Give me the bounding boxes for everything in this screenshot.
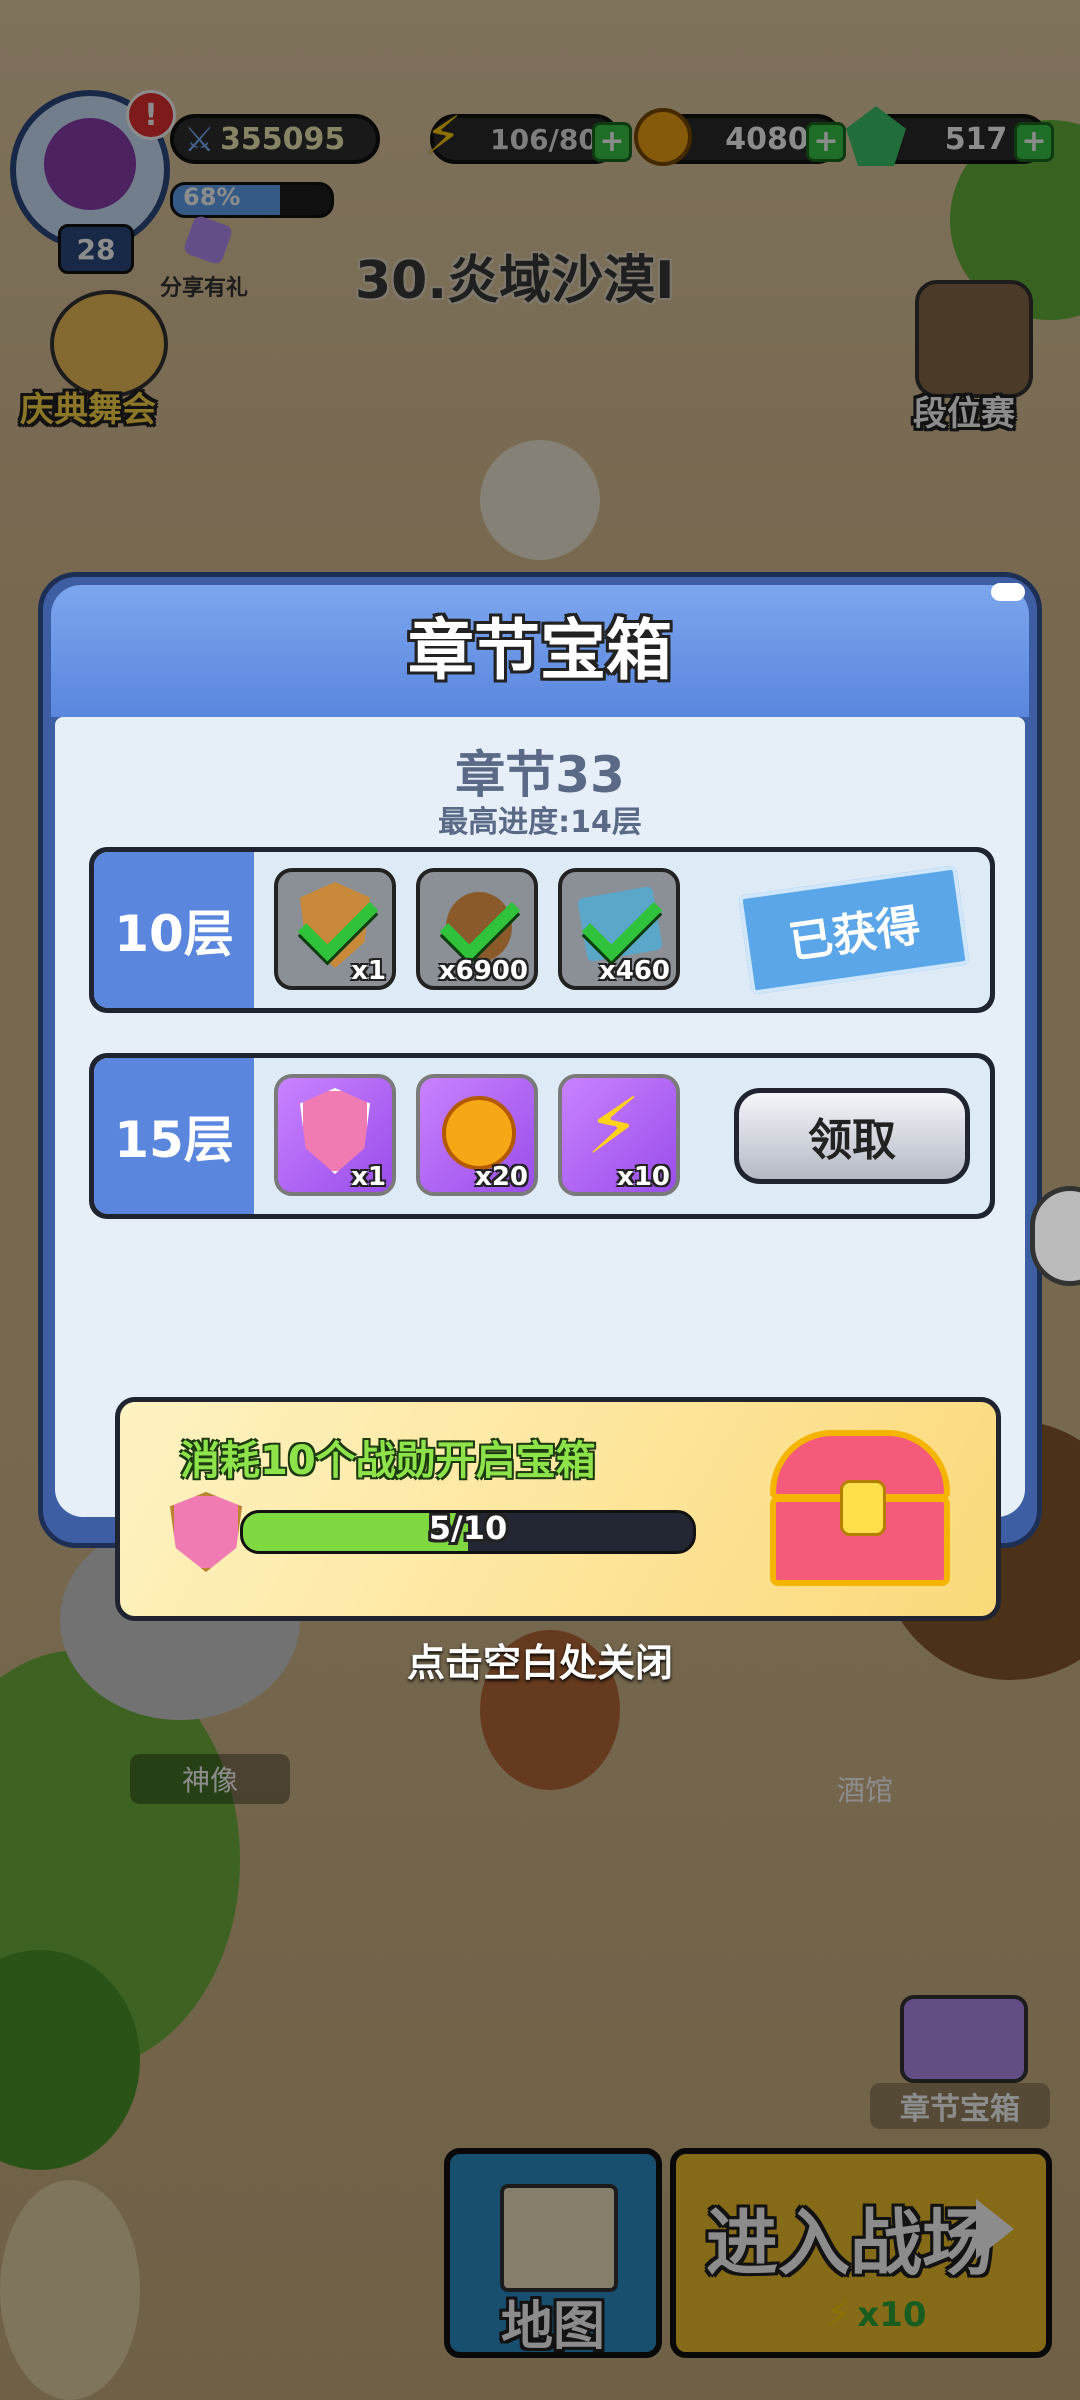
dialog-title: 章节宝箱 [408, 612, 672, 689]
treasure-chest-icon[interactable] [760, 1420, 960, 1600]
check-icon [297, 880, 379, 962]
close-hint: 点击空白处关闭 [406, 1641, 673, 1685]
claim-button[interactable]: 领取 [734, 1088, 970, 1184]
reward-item-energy: ⚡ x10 [558, 1074, 680, 1196]
reward-item-coinbag: x6900 [416, 868, 538, 990]
reward-row-15: 15层 x1 x20 ⚡ x10 领取 [89, 1053, 995, 1219]
item-quantity: x460 [598, 956, 670, 986]
chest-open-panel: 消耗10个战勋开启宝箱 5/10 [115, 1397, 1001, 1621]
chapter-chest-dialog: 章节宝箱 章节33 最高进度:14层 10层 x1 x6900 x460 已获得… [38, 572, 1042, 1621]
item-quantity: x1 [351, 1162, 386, 1192]
claimed-stamp: 已获得 [738, 865, 970, 995]
item-quantity: x6900 [438, 956, 528, 986]
check-icon [439, 880, 521, 962]
chest-progress-bar: 5/10 [240, 1510, 696, 1554]
floor-label: 15层 [94, 1058, 254, 1214]
reward-row-10: 10层 x1 x6900 x460 已获得 [89, 847, 995, 1013]
lightning-icon: ⚡ [586, 1082, 641, 1172]
reward-item-medal: x1 [274, 868, 396, 990]
item-quantity: x1 [351, 956, 386, 986]
reward-item-book: x460 [558, 868, 680, 990]
reward-item-medal: x1 [274, 1074, 396, 1196]
chest-progress-text: 5/10 [428, 1510, 508, 1547]
gold-coin-icon [442, 1096, 516, 1170]
item-quantity: x20 [475, 1162, 528, 1192]
item-quantity: x10 [617, 1162, 670, 1192]
dialog-body: 章节33 最高进度:14层 10层 x1 x6900 x460 已获得 15层 … [55, 717, 1025, 1621]
chest-description: 消耗10个战勋开启宝箱 [180, 1438, 596, 1484]
medal-shield-icon [170, 1492, 242, 1572]
reward-item-coin: x20 [416, 1074, 538, 1196]
max-progress: 最高进度:14层 [438, 805, 642, 840]
floor-label: 10层 [94, 852, 254, 1008]
